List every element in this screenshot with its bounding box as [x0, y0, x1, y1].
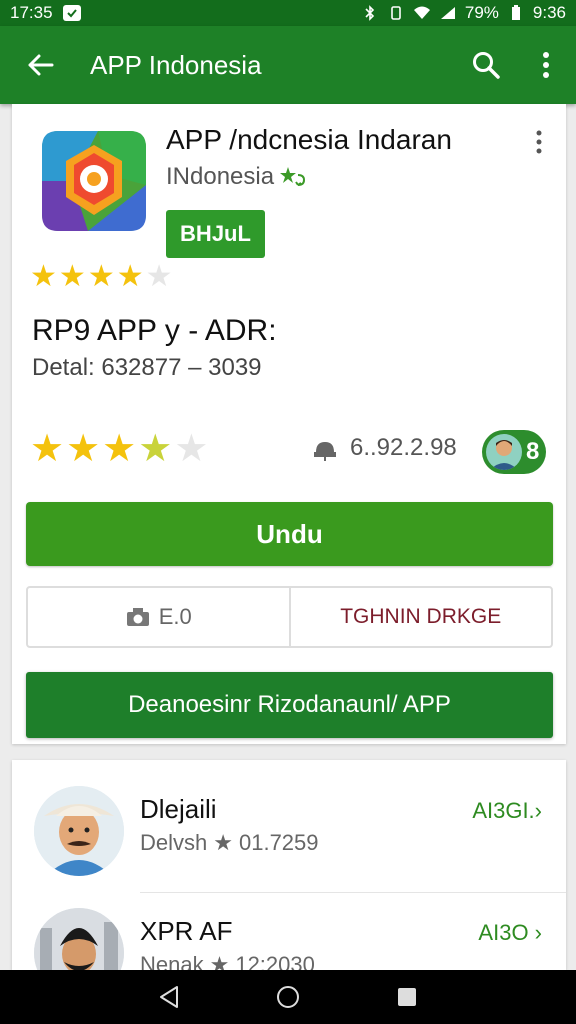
download-count-value: 6..92.2.98 — [350, 434, 457, 461]
app-logo-icon — [38, 125, 150, 237]
app-bar-title: APP Indonesia — [90, 49, 262, 80]
star-icon: ★ — [58, 260, 86, 293]
list-item-title: XPR AF — [140, 916, 233, 946]
divider — [140, 892, 566, 893]
nav-back-button[interactable] — [149, 977, 189, 1017]
notification-check-icon — [62, 5, 81, 21]
search-button[interactable] — [456, 26, 516, 104]
kebab-icon — [536, 130, 542, 154]
avatar — [34, 908, 124, 970]
avatar — [34, 786, 124, 876]
verified-badge-icon — [280, 165, 306, 189]
star-icon: ★ — [30, 428, 65, 470]
list-item-meta: Delvsh ★ 01.7259 — [140, 830, 319, 856]
app-bar: APP Indonesia — [0, 26, 576, 104]
kebab-icon — [543, 52, 549, 78]
photo-count-label: E.0 — [158, 604, 192, 629]
action-split: E.0 TGHNIN DRKGE — [26, 586, 553, 648]
app-headline: RP9 APP y - ADR: — [32, 314, 277, 347]
star-icon: ★ — [102, 428, 137, 470]
list-item-title: Dlejaili — [140, 794, 217, 824]
star-icon: ★ — [138, 428, 173, 470]
banner-button[interactable]: Deanoesinr Rizodanaunl/ APP — [26, 672, 553, 738]
nav-home-button[interactable] — [268, 977, 308, 1017]
vibrate-icon — [387, 5, 405, 21]
camera-icon — [125, 606, 151, 628]
photo-count-button[interactable]: E.0 — [28, 588, 291, 646]
list-item-meta: Nenak ★ 12:2030 — [140, 952, 315, 970]
status-bar: 17:35 79% 9:36 — [0, 0, 576, 26]
list-item-link[interactable]: AI3GI.› — [472, 798, 542, 824]
status-time: 17:35 — [10, 3, 53, 22]
top-rating-stars: ★ ★ ★ ★ ★ — [30, 262, 173, 292]
star-icon: ★ — [116, 260, 144, 293]
star-icon: ★ — [174, 428, 209, 470]
app-title: APP /ndcnesia Indaran — [166, 124, 452, 155]
battery-percent: 79% — [464, 3, 499, 22]
list-item[interactable]: Dlejaili Delvsh ★ 01.7259 AI3GI.› — [12, 772, 566, 893]
list-item[interactable]: XPR AF Nenak ★ 12:2030 AI3O › — [12, 894, 566, 970]
developer-name[interactable]: INdonesia — [166, 163, 274, 191]
list-item-meta-value: 01.7259 — [238, 830, 319, 855]
star-icon: ★ — [87, 260, 115, 293]
follow-button[interactable]: BHJuL — [166, 210, 265, 258]
back-arrow-icon — [28, 54, 54, 76]
battery-icon — [507, 5, 525, 21]
list-item-meta-prefix: Nenak — [140, 952, 204, 970]
back-button[interactable] — [0, 26, 80, 104]
signal-icon — [439, 5, 457, 21]
star-icon: ★ — [30, 260, 57, 293]
reviewer-count: 8 — [526, 438, 540, 465]
secondary-action-button[interactable]: TGHNIN DRKGE — [291, 588, 552, 646]
card-menu-button[interactable] — [526, 126, 552, 158]
nav-recents-button[interactable] — [387, 977, 427, 1017]
list-item-meta-prefix: Delvsh — [140, 830, 208, 855]
search-icon — [473, 52, 500, 79]
developer-row: INdonesia — [166, 163, 306, 191]
recents-square-icon — [397, 988, 416, 1006]
download-count: 6..92.2.98 — [310, 434, 457, 462]
overflow-menu-button[interactable] — [516, 26, 576, 104]
system-nav-bar — [0, 970, 576, 1024]
install-button[interactable]: Undu — [26, 502, 553, 566]
rating-stars: ★ ★ ★ ★ ★ — [30, 430, 208, 468]
avatar — [486, 434, 522, 470]
star-icon: ★ — [213, 830, 233, 855]
back-triangle-icon — [160, 986, 179, 1008]
star-icon: ★ — [66, 428, 101, 470]
home-circle-icon — [276, 986, 299, 1008]
download-icon — [310, 434, 340, 462]
list-item-meta-value: 12:2030 — [235, 952, 315, 970]
status-clock: 9:36 — [532, 3, 566, 22]
list-item-link[interactable]: AI3O › — [478, 920, 542, 946]
related-list-card: Dlejaili Delvsh ★ 01.7259 AI3GI.› XPR AF… — [12, 760, 566, 970]
app-detail-line: Detal: 632877 – 3039 — [32, 354, 262, 381]
reviewer-badge[interactable]: 8 — [482, 430, 546, 474]
wifi-icon — [413, 5, 431, 21]
star-icon: ★ — [145, 260, 173, 293]
star-icon: ★ — [209, 952, 230, 970]
bluetooth-icon — [361, 5, 379, 21]
